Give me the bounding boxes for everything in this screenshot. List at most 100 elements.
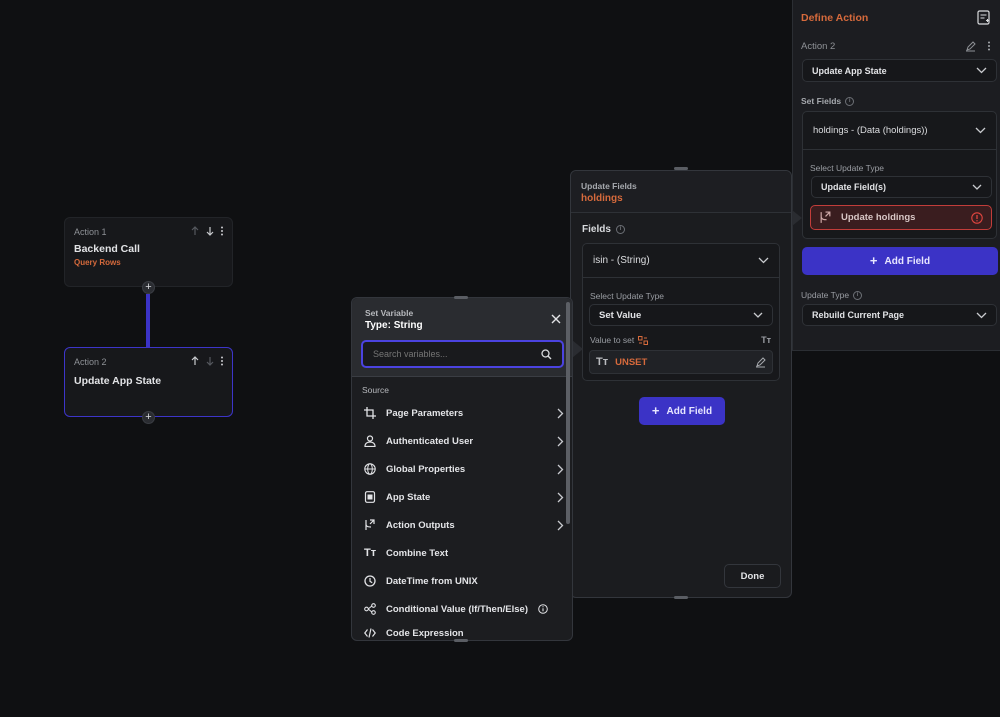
chevron-down-icon <box>972 184 982 190</box>
move-up-icon[interactable] <box>190 226 200 236</box>
set-variable-title: Set Variable <box>365 308 414 318</box>
info-icon: i <box>615 225 625 234</box>
add-field-button-main[interactable]: + Add Field <box>802 247 998 275</box>
panel-pointer-left <box>792 210 802 226</box>
edit-icon[interactable] <box>965 41 976 52</box>
source-item-datetime-unix[interactable]: DateTime from UNIX <box>364 570 564 592</box>
connector-line <box>146 294 150 348</box>
chevron-right-icon <box>557 436 564 447</box>
chevron-down-icon <box>975 127 986 134</box>
value-to-set-label: Value to set <box>590 335 649 345</box>
source-item-page-parameters[interactable]: Page Parameters <box>364 402 564 424</box>
search-field[interactable] <box>361 340 564 368</box>
source-item-label: Action Outputs <box>386 519 455 531</box>
app-state-icon <box>364 491 376 503</box>
search-icon[interactable] <box>541 348 552 360</box>
more-vert-icon[interactable] <box>987 41 991 51</box>
value-field[interactable]: Tт UNSET <box>589 350 773 374</box>
source-item-authenticated-user[interactable]: Authenticated User <box>364 430 564 452</box>
rebuild-select-value: Rebuild Current Page <box>812 310 905 320</box>
scrollbar[interactable] <box>566 302 570 524</box>
source-item-app-state[interactable]: App State <box>364 486 564 508</box>
action-card-2[interactable]: Action 2 Update App State <box>64 347 233 417</box>
panel-pointer <box>572 340 583 358</box>
source-item-label: Combine Text <box>386 547 449 559</box>
add-action-button-1[interactable]: + <box>142 281 155 294</box>
set-variable-bottom-handle[interactable] <box>454 639 468 642</box>
update-holdings-button[interactable]: Update holdings <box>810 205 992 230</box>
action-1-kicker: Action 1 <box>74 227 107 237</box>
fields-label: Fields i <box>582 224 625 235</box>
set-variable-panel: Set Variable Type: String Source Page Pa… <box>351 297 573 641</box>
source-item-label: Global Properties <box>386 463 466 475</box>
source-item-combine-text[interactable]: Tт Combine Text <box>364 542 564 564</box>
update-fields-header: Update Fields holdings <box>571 171 791 213</box>
globe-icon <box>364 463 376 475</box>
action-type-select[interactable]: Update App State <box>802 59 997 82</box>
source-item-action-outputs[interactable]: Action Outputs <box>364 514 564 536</box>
holdings-field-select[interactable]: holdings - (Data (holdings)) <box>803 112 996 150</box>
field-select[interactable]: isin - (String) <box>583 244 779 278</box>
chevron-down-icon <box>758 257 769 264</box>
action-outputs-icon <box>819 211 832 224</box>
select-update-type-label: Select Update Type <box>810 163 885 173</box>
fields-label-text: Fields <box>582 224 611 235</box>
update-fields-header-value: holdings <box>581 193 623 204</box>
edit-icon[interactable] <box>755 356 766 368</box>
select-update-type-label: Select Update Type <box>590 291 665 301</box>
update-type-select[interactable]: Set Value <box>589 304 773 326</box>
source-item-label: Conditional Value (If/Then/Else) <box>386 603 528 615</box>
action-2-title: Update App State <box>74 375 162 387</box>
source-item-global-properties[interactable]: Global Properties <box>364 458 564 480</box>
plus-icon: + <box>651 403 660 418</box>
chevron-down-icon <box>976 312 987 319</box>
move-down-icon[interactable] <box>205 226 215 236</box>
holdings-field-value: holdings - (Data (holdings)) <box>813 125 928 136</box>
set-variable-type: Type: String <box>365 320 423 331</box>
move-down-icon[interactable] <box>205 356 215 366</box>
source-item-conditional-value[interactable]: Conditional Value (If/Then/Else) <box>364 598 564 620</box>
done-button[interactable]: Done <box>724 564 781 588</box>
source-item-label: DateTime from UNIX <box>386 575 478 587</box>
chevron-right-icon <box>557 408 564 419</box>
update-fields-header-label: Update Fields <box>581 181 637 191</box>
action-1-title: Backend Call <box>74 243 140 255</box>
source-item-code-expression[interactable]: Code Expression <box>364 626 564 640</box>
update-fields-top-handle[interactable] <box>674 167 688 170</box>
set-fields-label: Set Fields i <box>801 96 855 106</box>
field-group: isin - (String) Select Update Type Set V… <box>582 243 780 381</box>
set-variable-top-handle[interactable] <box>454 296 468 299</box>
more-vert-icon[interactable] <box>220 226 224 236</box>
variable-icon <box>638 335 649 345</box>
rebuild-select[interactable]: Rebuild Current Page <box>802 304 997 326</box>
action-card-1[interactable]: Action 1 Backend Call Query Rows <box>64 217 233 287</box>
more-vert-icon[interactable] <box>220 356 224 366</box>
value-to-set-text: Value to set <box>590 335 635 345</box>
add-field-button[interactable]: + Add Field <box>639 397 725 425</box>
update-holdings-label: Update holdings <box>841 212 916 223</box>
plus-icon: + <box>869 253 878 268</box>
update-type-label-text: Update Type <box>801 290 850 300</box>
action-outputs-icon <box>364 519 376 531</box>
add-note-icon[interactable] <box>977 10 991 25</box>
source-item-label: Code Expression <box>386 627 464 639</box>
move-up-icon[interactable] <box>190 356 200 366</box>
source-item-label: Page Parameters <box>386 407 464 419</box>
add-action-button-2[interactable]: + <box>142 411 155 424</box>
conditional-icon <box>364 603 376 615</box>
update-fields-type-select[interactable]: Update Field(s) <box>811 176 992 198</box>
info-icon[interactable] <box>538 604 548 614</box>
code-icon <box>364 628 376 638</box>
update-fields-panel: Update Fields holdings Fields i isin - (… <box>570 170 792 598</box>
update-type-value: Set Value <box>599 309 642 321</box>
error-icon <box>971 211 983 224</box>
chevron-right-icon <box>557 464 564 475</box>
source-item-label: App State <box>386 491 431 503</box>
update-fields-bottom-handle[interactable] <box>674 596 688 599</box>
set-fields-group: holdings - (Data (holdings)) Select Upda… <box>802 111 997 239</box>
close-icon[interactable] <box>551 314 561 324</box>
search-input[interactable] <box>373 349 541 359</box>
chevron-right-icon <box>557 520 564 531</box>
chevron-right-icon <box>557 492 564 503</box>
text-format-icon[interactable]: Tт <box>761 335 771 345</box>
